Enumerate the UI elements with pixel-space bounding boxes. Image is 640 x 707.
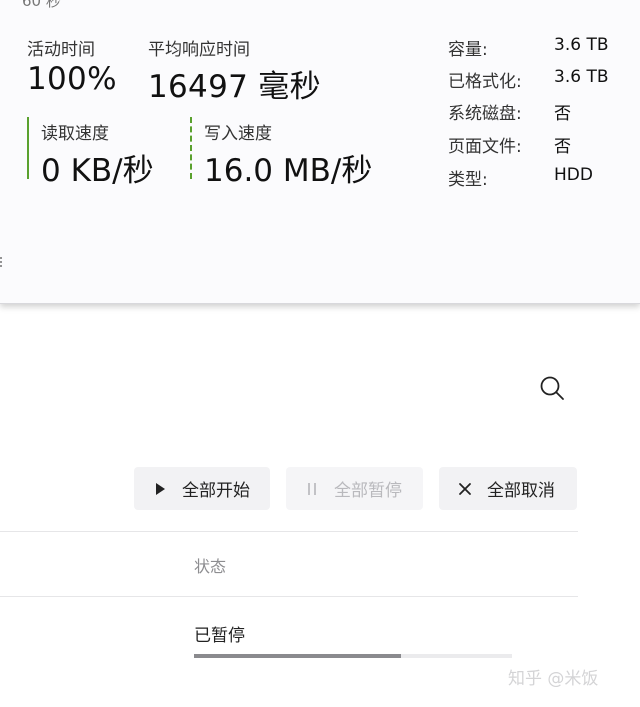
read-speed-value: 0 KB/秒	[41, 153, 154, 189]
active-time-label: 活动时间	[27, 40, 95, 60]
cancel-all-button[interactable]: 全部取消	[439, 467, 577, 510]
pause-icon	[302, 479, 322, 499]
formatted-label: 已格式化:	[448, 72, 522, 92]
page-file-label: 页面文件:	[448, 137, 522, 157]
close-icon	[455, 479, 475, 499]
page-file-value: 否	[554, 137, 571, 157]
system-disk-value: 否	[554, 104, 571, 124]
pause-all-button[interactable]: 全部暂停	[286, 467, 423, 510]
pause-all-label: 全部暂停	[334, 481, 402, 501]
download-progress-fill	[194, 654, 401, 658]
table-top-divider	[0, 531, 578, 532]
active-time-value: 100%	[27, 61, 117, 97]
read-speed-block: 读取速度 0 KB/秒	[27, 117, 189, 189]
start-all-label: 全部开始	[182, 481, 250, 501]
start-all-button[interactable]: 全部开始	[134, 467, 270, 510]
status-column-header[interactable]: 状态	[194, 553, 226, 577]
avg-response-value: 16497 毫秒	[148, 69, 321, 105]
system-disk-label: 系统磁盘:	[448, 104, 522, 124]
download-progress-bar	[194, 654, 512, 658]
header-divider	[0, 596, 578, 597]
write-speed-block: 写入速度 16.0 MB/秒	[190, 117, 424, 189]
type-value: HDD	[554, 165, 593, 185]
read-speed-label: 读取速度	[41, 124, 109, 144]
type-label: 类型:	[448, 170, 488, 190]
search-icon[interactable]	[536, 372, 570, 406]
capacity-value: 3.6 TB	[554, 35, 609, 55]
write-speed-label: 写入速度	[204, 124, 272, 144]
download-status: 已暂停	[194, 626, 245, 646]
write-speed-value: 16.0 MB/秒	[204, 153, 373, 189]
play-icon	[150, 479, 170, 499]
capacity-label: 容量:	[448, 40, 488, 60]
disk-performance-panel: 60 秒 活动时间 100% 平均响应时间 16497 毫秒 读取速度 0 KB…	[0, 0, 640, 304]
cancel-all-label: 全部取消	[487, 481, 555, 501]
collapsed-edge-icon[interactable]	[0, 256, 4, 267]
graph-time-span: 60 秒	[22, 0, 61, 10]
watermark-text: 知乎 @米饭	[508, 669, 599, 689]
avg-response-label: 平均响应时间	[148, 40, 250, 60]
formatted-value: 3.6 TB	[554, 67, 609, 87]
